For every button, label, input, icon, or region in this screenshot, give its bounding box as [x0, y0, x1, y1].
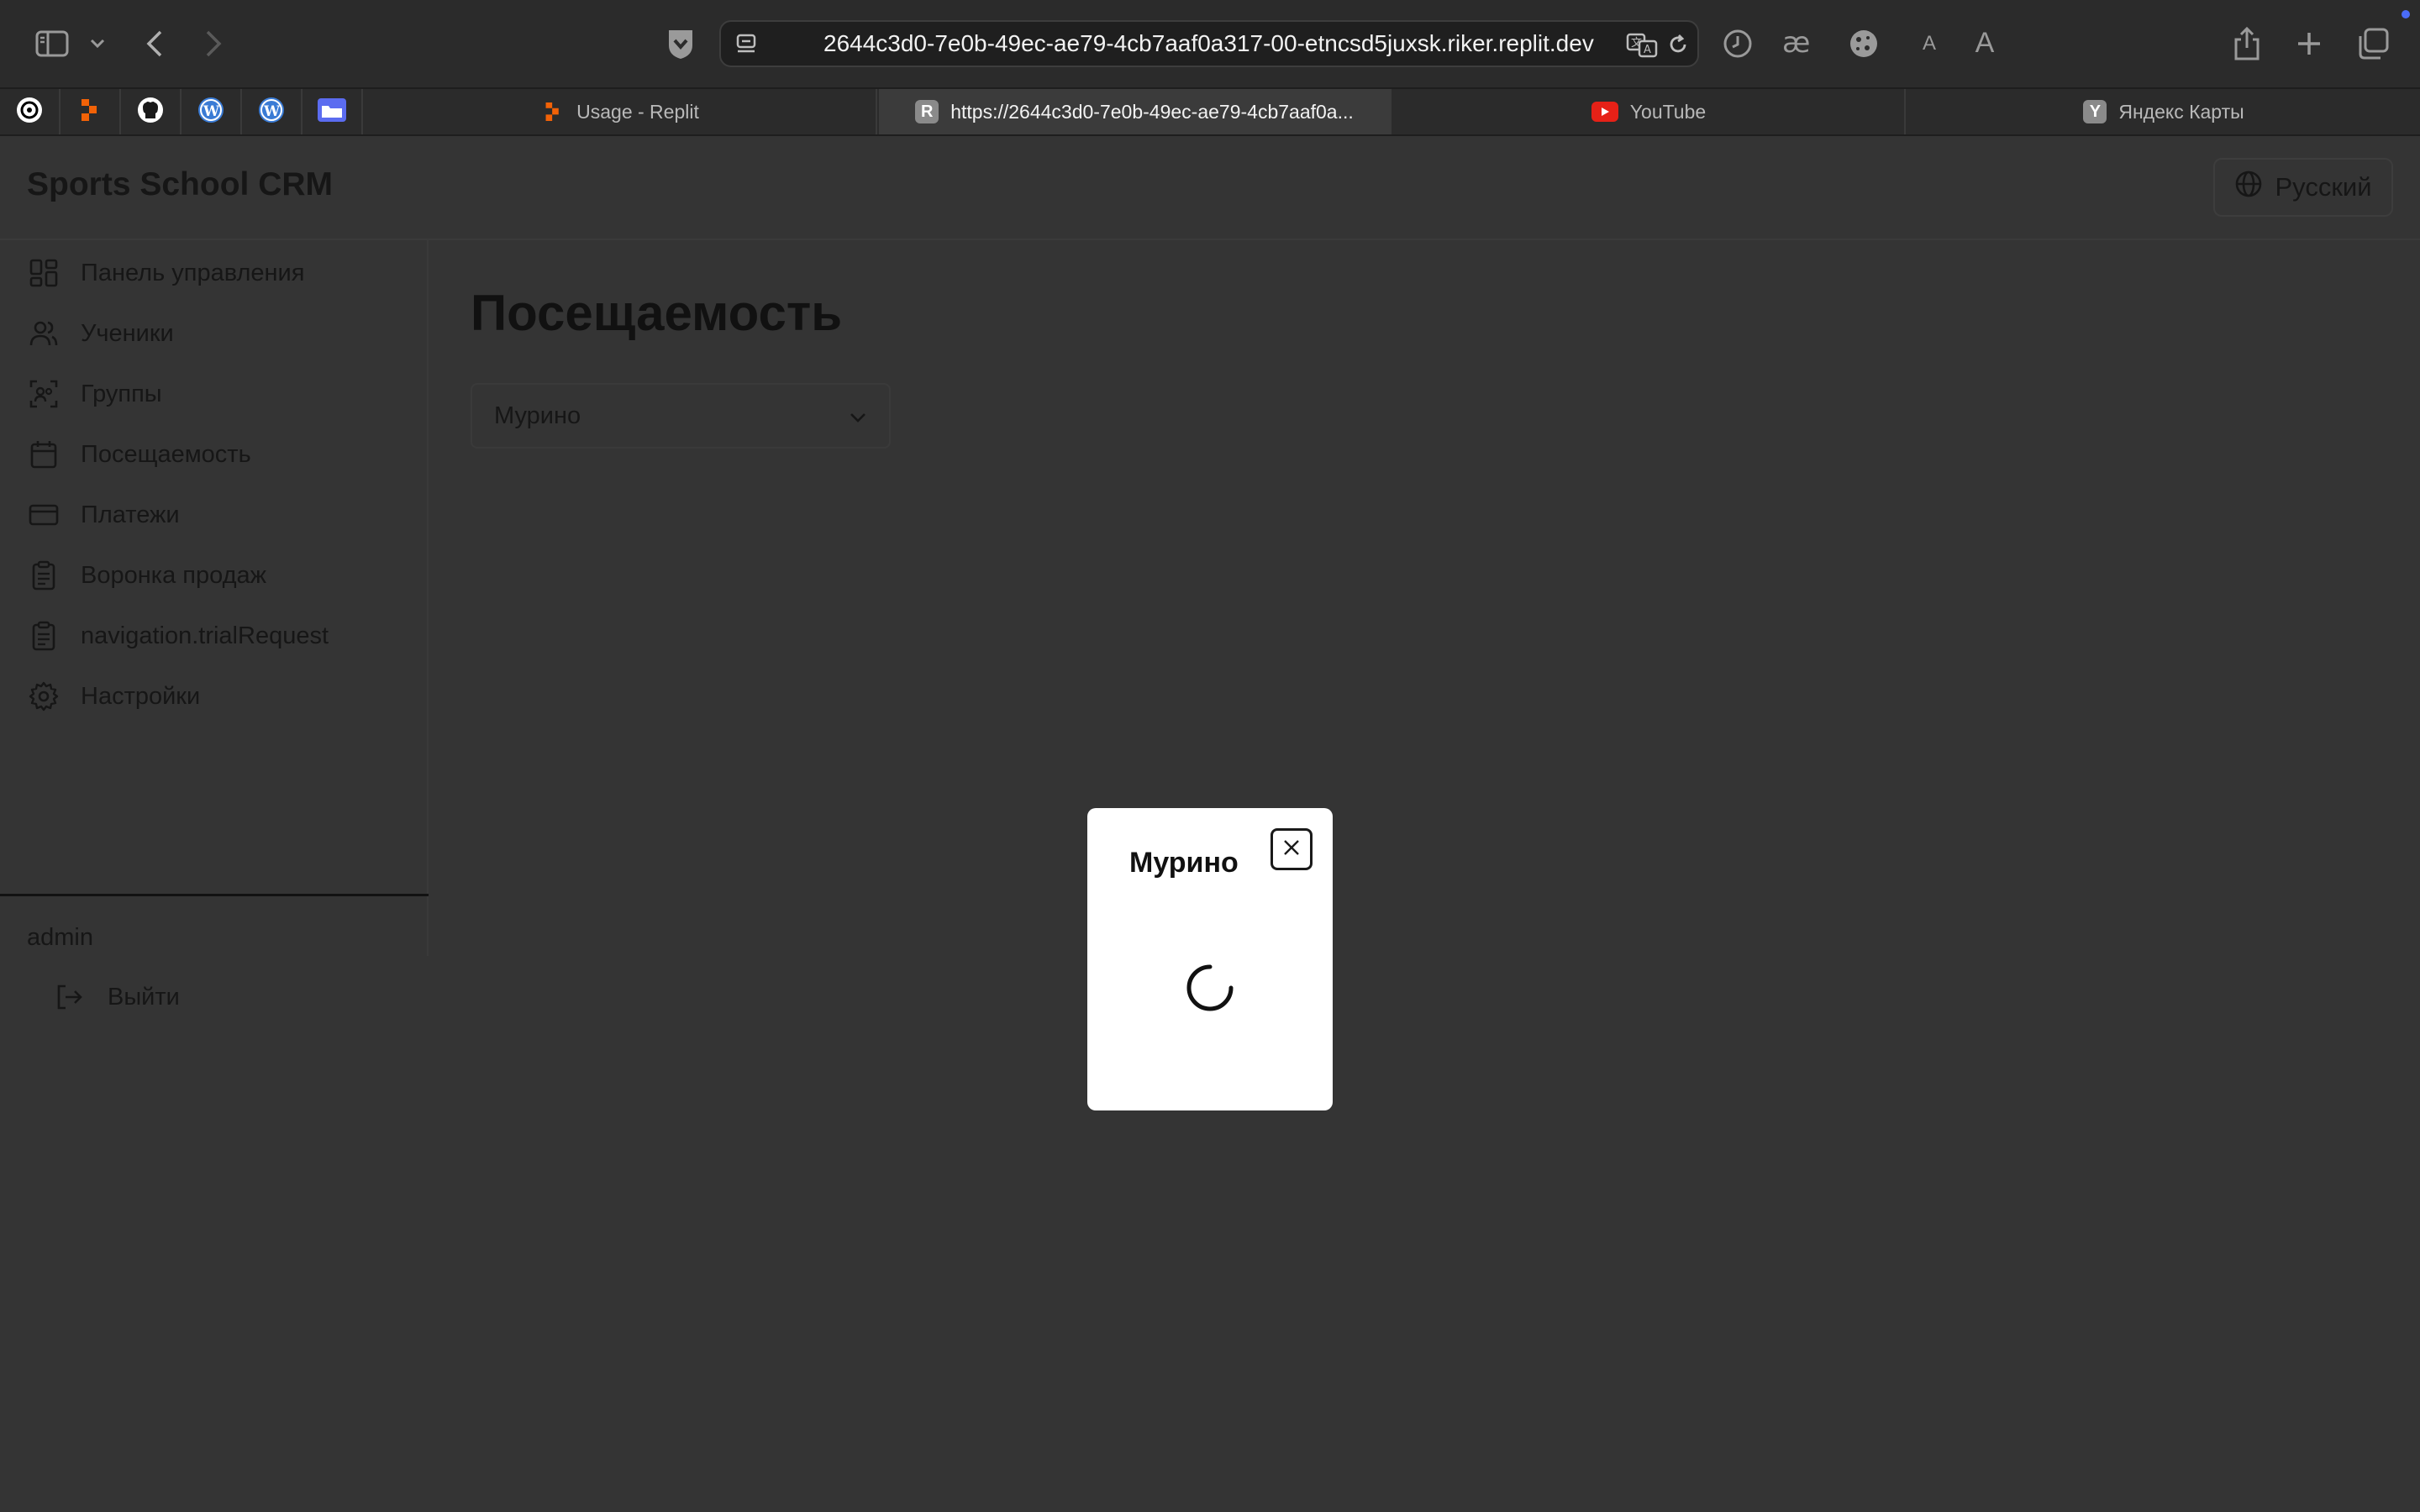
tab-usage-replit[interactable]: Usage - Replit — [365, 89, 877, 134]
current-user: admin — [27, 924, 93, 951]
translate-icon[interactable]: 文A — [1625, 30, 1659, 60]
location-select[interactable]: Мурино — [471, 383, 891, 449]
sidebar-item-attendance[interactable]: Посещаемость — [27, 433, 251, 475]
dashboard-icon — [27, 256, 60, 290]
tab-label: Usage - Replit — [576, 100, 699, 123]
sidebar-item-groups[interactable]: Группы — [27, 373, 162, 415]
pinned-tab-wordpress-1[interactable]: W — [182, 89, 242, 134]
github-icon — [136, 96, 165, 129]
sidebar: Панель управления Ученики Группы Посещае… — [0, 240, 429, 1011]
openai-icon — [15, 96, 44, 129]
forward-icon[interactable] — [198, 27, 229, 60]
reload-icon[interactable] — [1665, 32, 1691, 57]
text-larger-button[interactable]: A — [1970, 22, 2000, 64]
browser-toolbar: 2644c3d0-7e0b-49ec-ae79-4cb7aaf0a317-00-… — [0, 0, 2420, 87]
tab-youtube[interactable]: YouTube — [1393, 89, 1906, 134]
share-icon[interactable] — [2230, 24, 2264, 64]
language-label: Русский — [2275, 172, 2372, 202]
brand-title[interactable]: Sports School CRM — [27, 166, 333, 203]
tab-current-app[interactable]: R https://2644c3d0-7e0b-49ec-ae79-4cb7aa… — [879, 89, 1392, 134]
globe-icon — [2234, 170, 2263, 205]
url-text: 2644c3d0-7e0b-49ec-ae79-4cb7aaf0a317-00-… — [823, 30, 1594, 56]
tab-yandex-maps[interactable]: Y Яндекс Карты — [1907, 89, 2420, 134]
svg-text:A: A — [1644, 44, 1651, 56]
shield-extension-icon[interactable] — [664, 25, 697, 62]
svg-text:W: W — [263, 103, 281, 120]
svg-text:æ: æ — [1782, 29, 1810, 59]
chevron-down-icon — [849, 402, 867, 430]
sidebar-item-label: Воронка продаж — [81, 561, 267, 589]
youtube-favicon-icon — [1591, 102, 1618, 122]
pinned-tab-wordpress-2[interactable]: W — [242, 89, 302, 134]
pinned-tab-replit[interactable] — [60, 89, 121, 134]
users-icon — [27, 317, 60, 350]
wordpress-icon: W — [257, 96, 286, 129]
tab-label: Яндекс Карты — [2118, 100, 2244, 123]
clipboard-icon — [27, 619, 60, 653]
tab-overview-icon[interactable] — [2354, 25, 2391, 62]
wordpress-icon: W — [197, 96, 225, 129]
r-favicon-icon: R — [915, 100, 939, 123]
sidebar-item-label: Посещаемость — [81, 440, 251, 468]
calendar-icon — [27, 438, 60, 471]
sidebar-item-label: Группы — [81, 380, 162, 407]
location-select-value: Мурино — [494, 402, 581, 429]
sidebar-item-label: Настройки — [81, 682, 201, 710]
sidebar-toggle-icon[interactable] — [34, 29, 71, 59]
dialog-close-button[interactable] — [1270, 828, 1313, 870]
loading-spinner-icon — [1185, 963, 1235, 1013]
sidebar-item-label: Панель управления — [81, 259, 305, 286]
back-icon[interactable] — [139, 27, 170, 60]
ae-extension-icon[interactable]: æ — [1780, 25, 1820, 62]
yandex-favicon-icon: Y — [2083, 100, 2107, 123]
svg-text:W: W — [203, 103, 220, 120]
address-bar[interactable]: 2644c3d0-7e0b-49ec-ae79-4cb7aaf0a317-00-… — [719, 20, 1699, 67]
replit-favicon-icon — [541, 100, 565, 123]
sidebar-item-sales-funnel[interactable]: Воронка продаж — [27, 554, 266, 596]
logout-button[interactable]: Выйти — [52, 976, 180, 1018]
sidebar-item-label: navigation.trialRequest — [81, 622, 329, 649]
tab-label: https://2644c3d0-7e0b-49ec-ae79-4cb7aaf0… — [950, 100, 1354, 123]
sidebar-item-payments[interactable]: Платежи — [27, 494, 180, 536]
sidebar-item-settings[interactable]: Настройки — [27, 675, 200, 717]
logout-label: Выйти — [108, 983, 180, 1011]
page-title: Посещаемость — [471, 285, 843, 341]
gear-icon — [27, 680, 60, 713]
history-icon[interactable] — [1721, 27, 1754, 60]
language-switcher-button[interactable]: Русский — [2213, 158, 2393, 217]
close-icon — [1282, 838, 1301, 861]
folder-icon — [316, 96, 348, 129]
pinned-tab-github[interactable] — [121, 89, 182, 134]
location-dialog: Мурино — [1087, 808, 1333, 1110]
text-smaller-button[interactable]: A — [1918, 25, 1941, 62]
groups-icon — [27, 377, 60, 411]
chevron-down-icon[interactable] — [87, 34, 108, 54]
sidebar-item-dashboard[interactable]: Панель управления — [27, 252, 304, 294]
sidebar-item-students[interactable]: Ученики — [27, 312, 174, 354]
sidebar-item-trial-request[interactable]: navigation.trialRequest — [27, 615, 329, 657]
sidebar-divider — [0, 894, 429, 896]
notification-dot — [2402, 10, 2410, 18]
tab-label: YouTube — [1629, 100, 1707, 123]
sidebar-item-label: Платежи — [81, 501, 180, 528]
tab-bar: W W Usage - Replit R https://2644c3d0-7e… — [0, 87, 2420, 136]
new-tab-icon[interactable] — [2292, 27, 2326, 60]
app-header: Sports School CRM Русский — [0, 136, 2420, 240]
logout-icon — [52, 980, 86, 1014]
pinned-tab-openai[interactable] — [0, 89, 60, 134]
card-icon — [27, 498, 60, 532]
clipboard-icon — [27, 559, 60, 592]
dialog-title: Мурино — [1129, 847, 1239, 879]
replit-icon — [79, 97, 101, 127]
pinned-tab-folder[interactable] — [302, 89, 363, 134]
page-menu-icon[interactable] — [734, 32, 760, 57]
cookie-icon[interactable] — [1845, 25, 1882, 62]
sidebar-item-label: Ученики — [81, 319, 174, 347]
app-root: Sports School CRM Русский Панель управле… — [0, 136, 2420, 1512]
